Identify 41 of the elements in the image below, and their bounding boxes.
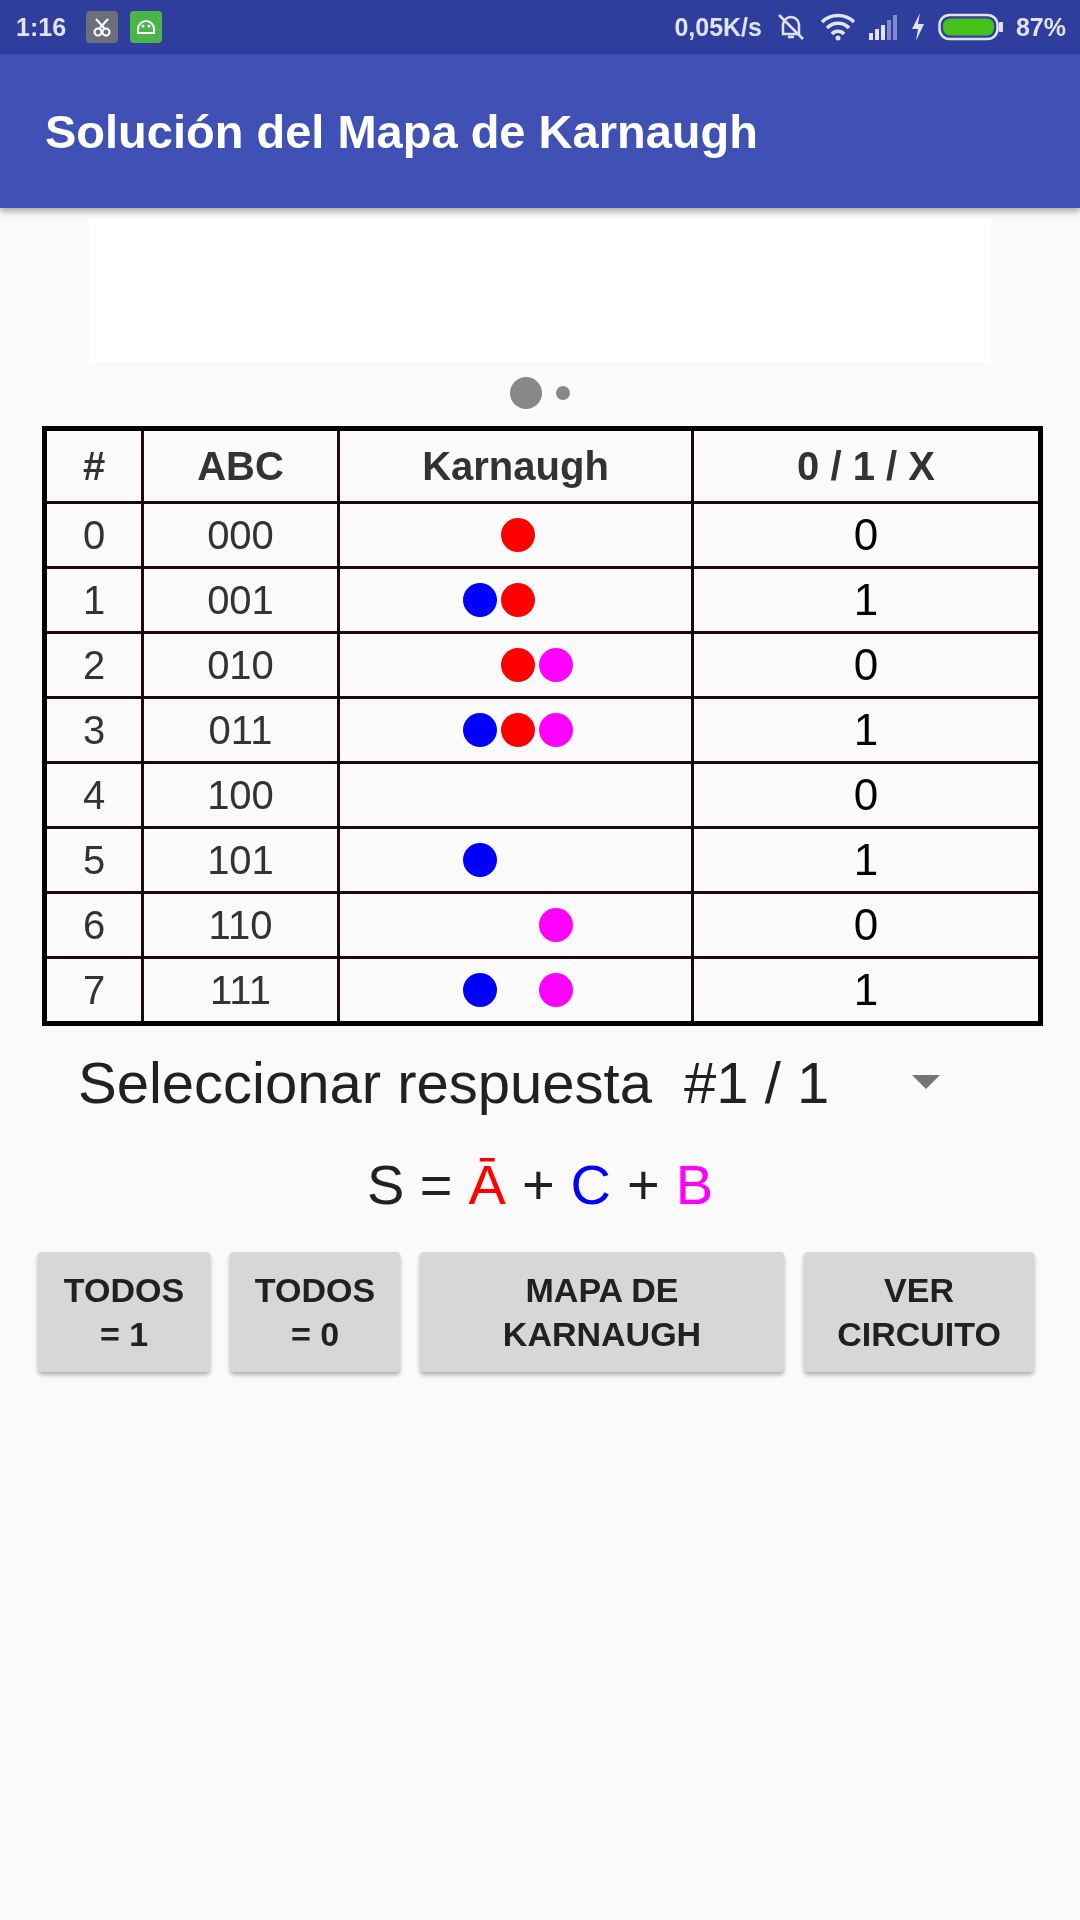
table-cell: 110 <box>142 892 339 958</box>
table-cell: 1 <box>44 567 143 633</box>
formula-term: + <box>627 1151 660 1217</box>
table-cell: 0 <box>44 502 143 568</box>
clock: 1:16 <box>16 12 67 42</box>
battery-icon <box>937 13 1004 41</box>
action-button[interactable]: TODOS = 0 <box>230 1252 400 1372</box>
table-cell: 6 <box>44 892 143 958</box>
table-cell: 4 <box>44 762 143 828</box>
page-indicator[interactable] <box>510 377 542 409</box>
table-cell: 011 <box>142 697 339 763</box>
table-cell: 001 <box>142 567 339 633</box>
formula-term: + <box>521 1151 555 1217</box>
formula-term: B <box>675 1151 714 1217</box>
app-title: Solución del Mapa de Karnaugh <box>45 103 758 159</box>
wifi-icon <box>819 13 856 41</box>
battery-percent: 87% <box>1015 12 1066 42</box>
column-header: # <box>44 428 143 503</box>
android-app-icon <box>130 11 163 43</box>
formula-term: S = <box>366 1151 453 1217</box>
formula-term: C <box>570 1151 612 1217</box>
scissors-app-icon <box>86 11 119 43</box>
table-cell: 000 <box>142 502 339 568</box>
column-header: Karnaugh <box>338 428 693 503</box>
table-cell: 101 <box>142 827 339 893</box>
table-cell: 100 <box>142 762 339 828</box>
signal-icon <box>867 14 898 40</box>
charging-bolt-icon <box>909 12 926 42</box>
dropdown-caret-icon <box>912 1075 940 1089</box>
column-header: ABC <box>142 428 339 503</box>
page-indicator[interactable] <box>556 386 570 400</box>
action-button[interactable]: TODOS = 1 <box>38 1252 210 1372</box>
table-cell: 3 <box>44 697 143 763</box>
network-speed: 0,05K/s <box>674 12 762 42</box>
answer-dropdown[interactable]: Seleccionar respuesta #1 / 1 <box>40 1042 1040 1122</box>
action-button[interactable]: VER CIRCUITO <box>804 1252 1034 1372</box>
table-cell: 5 <box>44 827 143 893</box>
formula-term: Ā <box>468 1151 506 1217</box>
table-cell: 2 <box>44 632 143 698</box>
table-cell: 010 <box>142 632 339 698</box>
action-button[interactable]: MAPA DE KARNAUGH <box>420 1252 784 1372</box>
